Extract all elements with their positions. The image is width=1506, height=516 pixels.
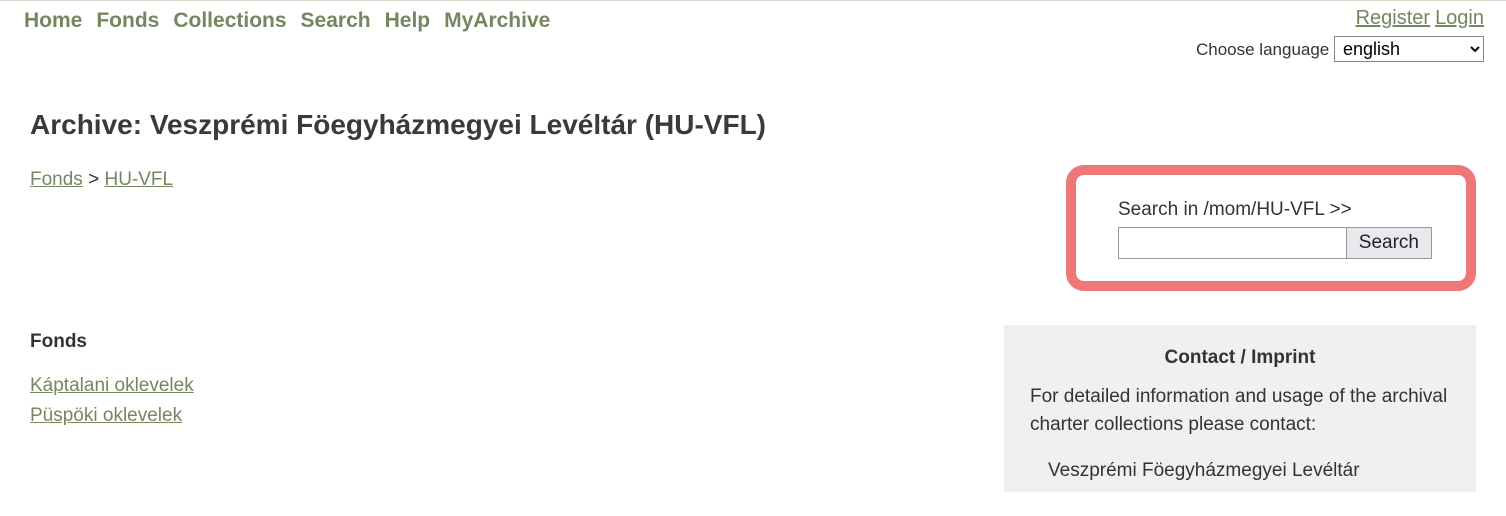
register-link[interactable]: Register: [1356, 7, 1430, 29]
breadcrumb-fonds[interactable]: Fonds: [30, 169, 83, 190]
contact-org-name: Veszprémi Föegyházmegyei Levéltár: [1030, 460, 1450, 482]
fonds-link[interactable]: Püspöki oklevelek: [30, 401, 182, 431]
nav-fonds[interactable]: Fonds: [96, 9, 159, 33]
login-link[interactable]: Login: [1435, 7, 1484, 29]
nav-help[interactable]: Help: [385, 9, 431, 33]
nav-home[interactable]: Home: [24, 9, 82, 33]
page-title: Archive: Veszprémi Föegyházmegyei Levélt…: [30, 109, 1476, 141]
fonds-link[interactable]: Káptalani oklevelek: [30, 371, 194, 401]
contact-heading: Contact / Imprint: [1030, 347, 1450, 369]
local-search-button[interactable]: Search: [1347, 227, 1432, 259]
nav-myarchive[interactable]: MyArchive: [444, 9, 550, 33]
primary-nav: Home Fonds Collections Search Help MyArc…: [24, 9, 550, 33]
top-navbar: Home Fonds Collections Search Help MyArc…: [0, 1, 1506, 39]
contact-panel: Contact / Imprint For detailed informati…: [1004, 325, 1476, 492]
auth-links: Register Login: [1196, 7, 1484, 30]
local-search-panel: Search in /mom/HU-VFL >> Search: [1066, 165, 1476, 291]
breadcrumb-separator: >: [88, 169, 99, 190]
local-search-input[interactable]: [1118, 227, 1347, 259]
nav-search[interactable]: Search: [301, 9, 371, 33]
nav-collections[interactable]: Collections: [173, 9, 286, 33]
local-search-label: Search in /mom/HU-VFL >>: [1118, 199, 1432, 221]
contact-body: For detailed information and usage of th…: [1030, 383, 1450, 438]
breadcrumb-code[interactable]: HU-VFL: [104, 169, 173, 190]
